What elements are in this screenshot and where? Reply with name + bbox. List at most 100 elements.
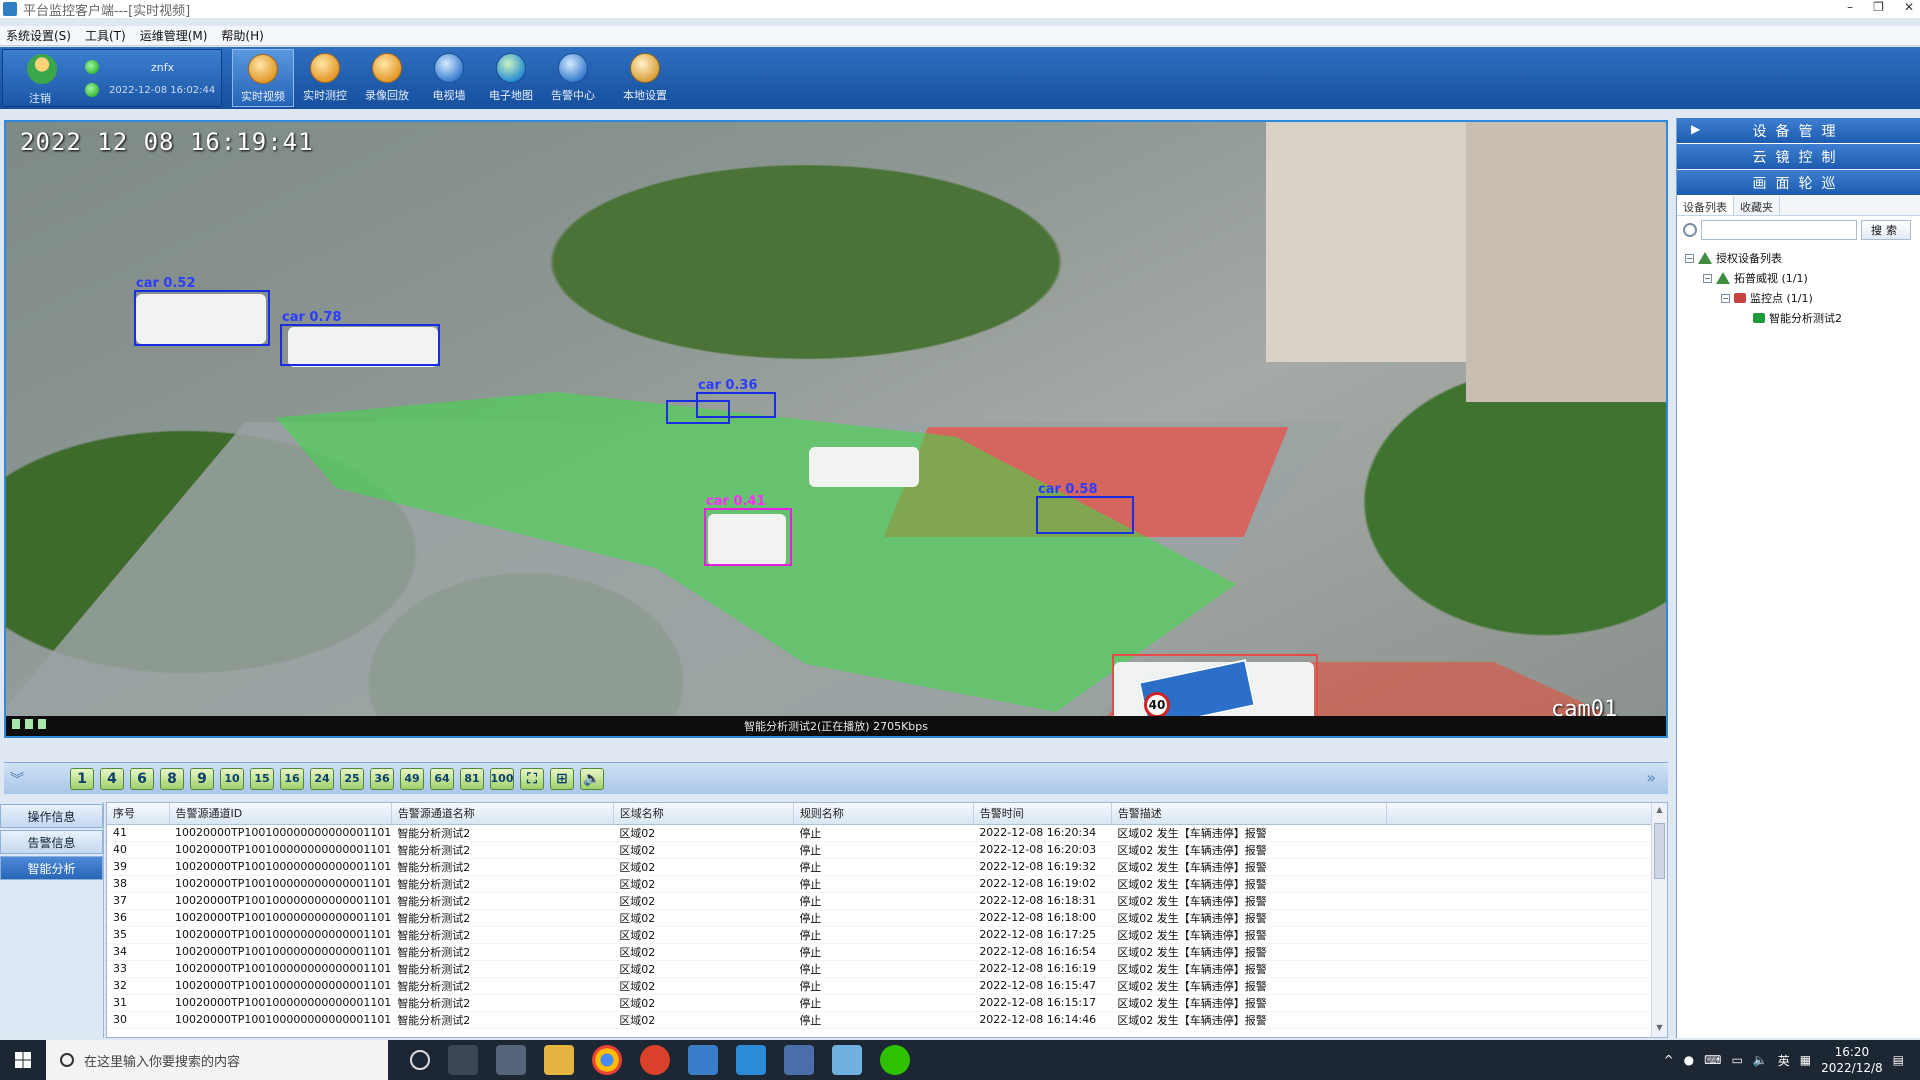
layout-100-button[interactable]: 100 bbox=[490, 767, 514, 790]
table-row[interactable]: 39 10020000TP100100000000000001101 智能分析测试2… bbox=[107, 858, 1657, 876]
close-button[interactable]: ✕ bbox=[1904, 0, 1914, 14]
table-row[interactable]: 38 10020000TP100100000000000001101 智能分析测试2… bbox=[107, 875, 1657, 893]
user-avatar-icon[interactable] bbox=[27, 54, 57, 84]
tv-wall-button[interactable]: 电视墙 bbox=[418, 49, 480, 107]
table-row[interactable]: 36 10020000TP100100000000000001101 智能分析测试2… bbox=[107, 909, 1657, 927]
screen-patrol-header[interactable]: 画面轮巡 bbox=[1677, 170, 1920, 195]
volume-icon[interactable]: 🔈 bbox=[580, 767, 604, 790]
table-row[interactable]: 33 10020000TP100100000000000001101 智能分析测试2… bbox=[107, 960, 1657, 978]
device-management-header[interactable]: ▶ 设备管理 bbox=[1677, 118, 1920, 143]
layout-36-button[interactable]: 36 bbox=[370, 767, 394, 790]
scroll-up-icon[interactable]: ▲ bbox=[1654, 805, 1665, 817]
table-row[interactable]: 31 10020000TP100100000000000001101 智能分析测试2… bbox=[107, 994, 1657, 1012]
wechat-icon[interactable] bbox=[880, 1045, 910, 1075]
layout-8-button[interactable]: 8 bbox=[160, 767, 184, 790]
notification-icon[interactable]: ▤ bbox=[1893, 1053, 1904, 1067]
col-region-name[interactable]: 区域名称 bbox=[613, 803, 794, 825]
tree-node-camera[interactable]: 智能分析测试2 bbox=[1677, 308, 1920, 328]
tree-node-authorized-devices[interactable]: − 授权设备列表 bbox=[1677, 248, 1920, 268]
device-search-button[interactable]: 搜索 bbox=[1861, 220, 1911, 240]
collapse-chevron-icon[interactable]: ︾ bbox=[10, 769, 38, 789]
tab-operation-info[interactable]: 操作信息 bbox=[0, 804, 103, 828]
layout-15-button[interactable]: 15 bbox=[250, 767, 274, 790]
layout-16-button[interactable]: 16 bbox=[280, 767, 304, 790]
layout-6-button[interactable]: 6 bbox=[130, 767, 154, 790]
table-row[interactable]: 34 10020000TP100100000000000001101 智能分析测试2… bbox=[107, 943, 1657, 961]
tree-node-vendor[interactable]: − 拓普威视 (1/1) bbox=[1677, 268, 1920, 288]
record-icon[interactable] bbox=[12, 719, 20, 729]
table-row[interactable]: 32 10020000TP100100000000000001101 智能分析测试2… bbox=[107, 977, 1657, 995]
taskbar-search[interactable]: 在这里输入你要搜索的内容 bbox=[46, 1040, 388, 1080]
grid-layout-icon[interactable]: ⊞ bbox=[550, 767, 574, 790]
snapshot-icon[interactable] bbox=[38, 719, 46, 729]
collapse-toggle-icon[interactable]: − bbox=[1703, 273, 1712, 283]
layout-9-button[interactable]: 9 bbox=[190, 767, 214, 790]
client-app-icon[interactable] bbox=[688, 1045, 718, 1075]
menu-ops-management[interactable]: 运维管理(M) bbox=[140, 27, 208, 44]
taskbar-clock[interactable]: 16:20 2022/12/8 bbox=[1821, 1044, 1883, 1076]
table-row[interactable]: 37 10020000TP100100000000000001101 智能分析测试2… bbox=[107, 892, 1657, 910]
audio-icon[interactable] bbox=[25, 719, 33, 729]
browser-icon[interactable] bbox=[640, 1045, 670, 1075]
playback-button[interactable]: 录像回放 bbox=[356, 49, 418, 107]
col-seq[interactable]: 序号 bbox=[107, 803, 170, 825]
col-alarm-time[interactable]: 告警时间 bbox=[973, 803, 1112, 825]
layout-4-button[interactable]: 4 bbox=[100, 767, 124, 790]
alarm-center-button[interactable]: 告警中心 bbox=[542, 49, 604, 107]
tab-device-list[interactable]: 设备列表 bbox=[1677, 196, 1734, 215]
app-icon[interactable] bbox=[784, 1045, 814, 1075]
menu-tools[interactable]: 工具(T) bbox=[85, 27, 126, 44]
layout-25-button[interactable]: 25 bbox=[340, 767, 364, 790]
network-icon[interactable]: ▭ bbox=[1731, 1053, 1742, 1067]
collapse-toggle-icon[interactable]: − bbox=[1685, 253, 1694, 263]
scroll-down-icon[interactable]: ▼ bbox=[1654, 1023, 1665, 1035]
realtime-control-button[interactable]: 实时测控 bbox=[294, 49, 356, 107]
chrome-icon[interactable] bbox=[592, 1045, 622, 1075]
minimize-button[interactable]: – bbox=[1847, 0, 1853, 14]
table-row[interactable]: 30 10020000TP100100000000000001101 智能分析测试2… bbox=[107, 1011, 1657, 1029]
cortana-icon[interactable] bbox=[410, 1050, 430, 1070]
menu-help[interactable]: 帮助(H) bbox=[221, 27, 263, 44]
tab-favorites[interactable]: 收藏夹 bbox=[1734, 196, 1780, 215]
scroll-thumb[interactable] bbox=[1654, 823, 1665, 879]
local-settings-button[interactable]: 本地设置 bbox=[614, 49, 676, 107]
col-rule-name[interactable]: 规则名称 bbox=[793, 803, 974, 825]
tray-app-icon[interactable]: ● bbox=[1684, 1053, 1694, 1067]
tab-alarm-info[interactable]: 告警信息 bbox=[0, 830, 103, 854]
app-icon[interactable] bbox=[736, 1045, 766, 1075]
layout-81-button[interactable]: 81 bbox=[460, 767, 484, 790]
col-channel-id[interactable]: 告警源通道ID bbox=[169, 803, 392, 825]
menu-system-settings[interactable]: 系统设置(S) bbox=[6, 27, 71, 44]
logout-button[interactable]: 注销 bbox=[29, 90, 51, 106]
volume-icon[interactable]: 🔈 bbox=[1753, 1053, 1768, 1067]
layout-49-button[interactable]: 49 bbox=[400, 767, 424, 790]
tree-node-monitor-point[interactable]: − 监控点 (1/1) bbox=[1677, 288, 1920, 308]
expand-chevron-icon[interactable]: » bbox=[1646, 768, 1656, 787]
file-explorer-icon[interactable] bbox=[544, 1045, 574, 1075]
layout-64-button[interactable]: 64 bbox=[430, 767, 454, 790]
live-video-button[interactable]: 实时视频 bbox=[232, 49, 294, 107]
video-view[interactable]: car 0.52 car 0.78 car 0.36 car 0.41 car … bbox=[4, 120, 1668, 738]
layout-24-button[interactable]: 24 bbox=[310, 767, 334, 790]
col-alarm-desc[interactable]: 告警描述 bbox=[1111, 803, 1387, 825]
ime-icon[interactable]: ▦ bbox=[1800, 1053, 1811, 1067]
device-search-input[interactable] bbox=[1701, 220, 1857, 240]
layout-1-button[interactable]: 1 bbox=[70, 767, 94, 790]
table-row[interactable]: 35 10020000TP100100000000000001101 智能分析测试2… bbox=[107, 926, 1657, 944]
tray-chevron-icon[interactable]: ^ bbox=[1664, 1053, 1674, 1067]
maximize-button[interactable]: ❐ bbox=[1873, 0, 1884, 14]
start-button[interactable] bbox=[0, 1040, 46, 1080]
app-icon[interactable] bbox=[832, 1045, 862, 1075]
fullscreen-icon[interactable]: ⛶ bbox=[520, 767, 544, 790]
table-row[interactable]: 41 10020000TP100100000000000001101 智能分析测试2… bbox=[107, 824, 1657, 842]
collapse-toggle-icon[interactable]: − bbox=[1721, 293, 1730, 303]
task-view-icon[interactable] bbox=[448, 1045, 478, 1075]
app-icon[interactable] bbox=[496, 1045, 526, 1075]
input-language[interactable]: 英 bbox=[1778, 1052, 1790, 1069]
col-channel-name[interactable]: 告警源通道名称 bbox=[391, 803, 614, 825]
keyboard-icon[interactable]: ⌨ bbox=[1704, 1053, 1721, 1067]
emap-button[interactable]: 电子地图 bbox=[480, 49, 542, 107]
tab-intelligent-analysis[interactable]: 智能分析 bbox=[0, 856, 103, 880]
layout-10-button[interactable]: 10 bbox=[220, 767, 244, 790]
table-row[interactable]: 40 10020000TP100100000000000001101 智能分析测试2… bbox=[107, 841, 1657, 859]
